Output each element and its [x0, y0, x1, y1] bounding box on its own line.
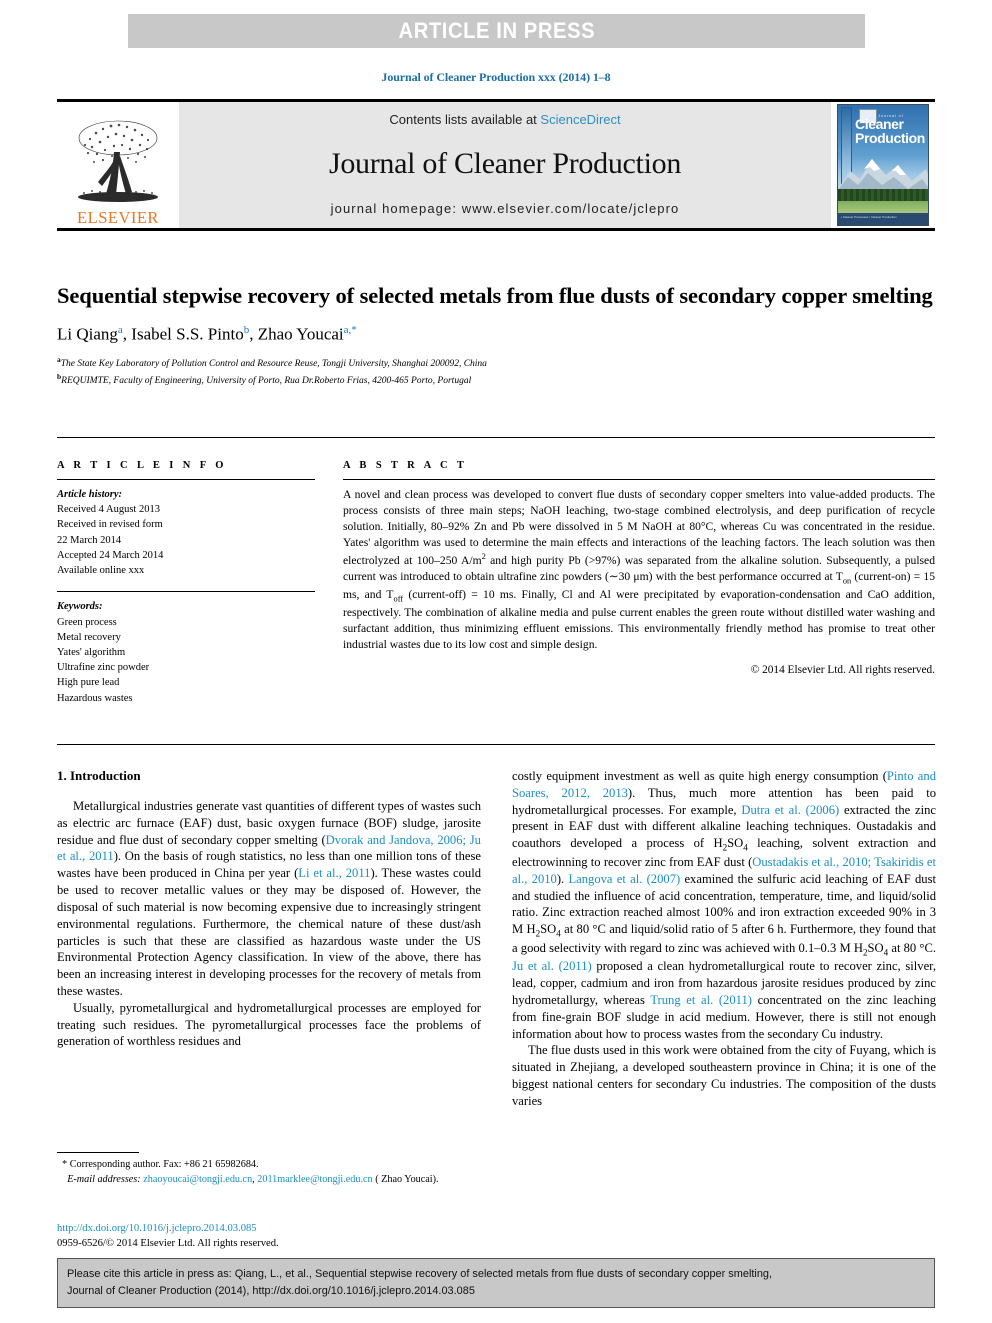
affiliation-text: REQUIMTE, Faculty of Engineering, Univer… — [61, 375, 472, 386]
keyword-item: Metal recovery — [57, 631, 121, 643]
paragraph-part: ). These wastes could be used to recover… — [57, 866, 481, 998]
history-item: Received in revised form — [57, 519, 163, 531]
journal-cover-block: Journal of Cleaner Production ▪ Cleaner … — [831, 102, 935, 228]
paragraph-part: SO — [540, 922, 557, 937]
affiliation-text: The State Key Laboratory of Pollution Co… — [60, 359, 487, 370]
doi-block: http://dx.doi.org/10.1016/j.jclepro.2014… — [57, 1221, 481, 1251]
section-heading-introduction: 1. Introduction — [57, 768, 141, 783]
paragraph-part: SO — [727, 836, 744, 851]
journal-masthead: ELSEVIER Contents lists available at Sci… — [57, 99, 935, 231]
keywords-label: Keywords: — [57, 601, 103, 613]
elsevier-wordmark: ELSEVIER — [77, 207, 159, 227]
publisher-block: ELSEVIER — [57, 102, 179, 228]
abstract-subscript: off — [393, 594, 404, 604]
email-link[interactable]: 2011marklee@tongji.edu.cn — [257, 1174, 372, 1185]
author-name: Li Qiang — [57, 325, 118, 344]
journal-cover-image: Journal of Cleaner Production ▪ Cleaner … — [837, 104, 929, 226]
divider — [57, 591, 315, 593]
history-item: Available online xxx — [57, 565, 145, 577]
cover-footer: ▪ Cleaner Processes ▪ Cleaner Production — [838, 213, 928, 225]
page-title: Sequential stepwise recovery of selected… — [57, 283, 933, 308]
email-link[interactable]: zhaoyoucai@tongji.edu.cn — [143, 1174, 252, 1185]
citation-line-2: Journal of Cleaner Production (2014), ht… — [67, 1284, 475, 1297]
body-paragraph: The flue dusts used in this work were ob… — [512, 1043, 936, 1108]
doi-link[interactable]: http://dx.doi.org/10.1016/j.jclepro.2014… — [57, 1221, 481, 1236]
article-info-heading: A R T I C L E I N F O — [57, 460, 227, 471]
contents-available-line: Contents lists available at ScienceDirec… — [389, 112, 620, 127]
author-name: Zhao Youcai — [257, 325, 344, 344]
citation-link[interactable]: Trung et al. (2011) — [650, 993, 752, 1007]
corresponding-author-text: Corresponding author. Fax: +86 21 659826… — [69, 1159, 259, 1170]
footnote-block: * Corresponding author. Fax: +86 21 6598… — [57, 1152, 481, 1188]
author-name: Isabel S.S. Pinto — [131, 325, 244, 344]
body-paragraph: costly equipment investment as well as q… — [512, 768, 936, 1042]
article-page: ARTICLE IN PRESS Journal of Cleaner Prod… — [0, 0, 992, 1323]
abstract-part: (current-off) = 10 ms. Finally, Cl and A… — [343, 588, 935, 652]
history-item: Accepted 24 March 2014 — [57, 549, 164, 561]
abstract-copyright: © 2014 Elsevier Ltd. All rights reserved… — [750, 663, 935, 676]
keyword-item: Ultrafine zinc powder — [57, 662, 150, 674]
journal-homepage[interactable]: journal homepage: www.elsevier.com/locat… — [331, 201, 680, 216]
cover-field — [838, 201, 928, 213]
citation-line-1: Please cite this article in press as: Qi… — [67, 1268, 773, 1280]
paragraph-part: at 80 °C. — [888, 940, 937, 955]
affiliation: aThe State Key Laboratory of Pollution C… — [57, 355, 935, 372]
article-history-label: Article history: — [57, 489, 123, 500]
abstract-text: A novel and clean process was developed … — [343, 487, 935, 654]
article-info-column: A R T I C L E I N F O Article history: R… — [57, 460, 315, 706]
author-affil-mark: a,* — [343, 324, 357, 337]
history-item: 22 March 2014 — [57, 534, 122, 546]
paragraph-part: ). — [556, 871, 569, 886]
email-suffix: ( Zhao Youcai). — [372, 1173, 439, 1185]
contents-prefix: Contents lists available at — [389, 112, 537, 127]
info-band-bottom-rule — [57, 744, 935, 745]
divider — [57, 479, 315, 480]
title-block: Sequential stepwise recovery of selected… — [57, 282, 935, 388]
cover-footer-left: ▪ Cleaner Processes ▪ Cleaner Production — [841, 215, 897, 219]
cover-title: Cleaner Production — [855, 116, 925, 146]
author-affil-mark: b — [243, 324, 250, 337]
footnote-star: * — [62, 1159, 68, 1170]
history-item: Received 4 August 2013 — [57, 504, 160, 516]
paragraph-part: costly equipment investment as well as q… — [512, 769, 887, 783]
paragraph-part: SO — [867, 940, 884, 955]
issn-copyright-line: 0959-6526/© 2014 Elsevier Ltd. All right… — [57, 1238, 279, 1250]
citation-box: Please cite this article in press as: Qi… — [57, 1258, 935, 1308]
body-column-right: costly equipment investment as well as q… — [512, 768, 936, 1110]
article-in-press-banner: ARTICLE IN PRESS — [128, 14, 865, 48]
citation-link[interactable]: Langova et al. (2007) — [568, 872, 680, 886]
email-addresses-label: E-mail addresses: — [67, 1173, 141, 1185]
elsevier-tree-icon — [78, 120, 158, 202]
affiliation: bREQUIMTE, Faculty of Engineering, Unive… — [57, 372, 935, 389]
keyword-item: Yates' algorithm — [57, 646, 126, 658]
corresponding-author-note: * Corresponding author. Fax: +86 21 6598… — [57, 1158, 481, 1188]
sciencedirect-link[interactable]: ScienceDirect — [540, 112, 620, 127]
running-head: Journal of Cleaner Production xxx (2014)… — [381, 70, 611, 84]
citation-link[interactable]: Ju et al. (2011) — [512, 959, 592, 973]
keyword-item: Hazardous wastes — [57, 692, 133, 704]
author-list: Li Qianga, Isabel S.S. Pintob, Zhao Youc… — [57, 324, 357, 344]
abstract-subscript: on — [842, 576, 852, 586]
citation-link[interactable]: Dutra et al. (2006) — [741, 803, 839, 817]
abstract-column: A B S T R A C T A novel and clean proces… — [343, 460, 935, 676]
body-paragraph: Usually, pyrometallurgical and hydrometa… — [57, 1000, 481, 1049]
keywords-block: Keywords: Green process Metal recovery Y… — [57, 599, 315, 706]
divider — [343, 479, 935, 480]
body-paragraph: Metallurgical industries generate vast q… — [57, 798, 481, 1000]
masthead-center: Contents lists available at ScienceDirec… — [179, 102, 831, 228]
author-affil-mark: a — [117, 324, 123, 337]
article-in-press-label: ARTICLE IN PRESS — [398, 18, 595, 43]
keyword-item: High pure lead — [57, 677, 120, 689]
info-band-top-rule — [57, 437, 935, 438]
body-column-left: 1. Introduction Metallurgical industries… — [57, 768, 481, 1050]
citation-link[interactable]: Li et al., 2011 — [298, 866, 370, 880]
article-history: Article history: Received 4 August 2013 … — [57, 487, 315, 578]
footnote-rule — [57, 1152, 139, 1153]
journal-title: Journal of Cleaner Production — [328, 147, 682, 180]
abstract-heading: A B S T R A C T — [343, 460, 468, 471]
keyword-item: Green process — [57, 616, 117, 628]
